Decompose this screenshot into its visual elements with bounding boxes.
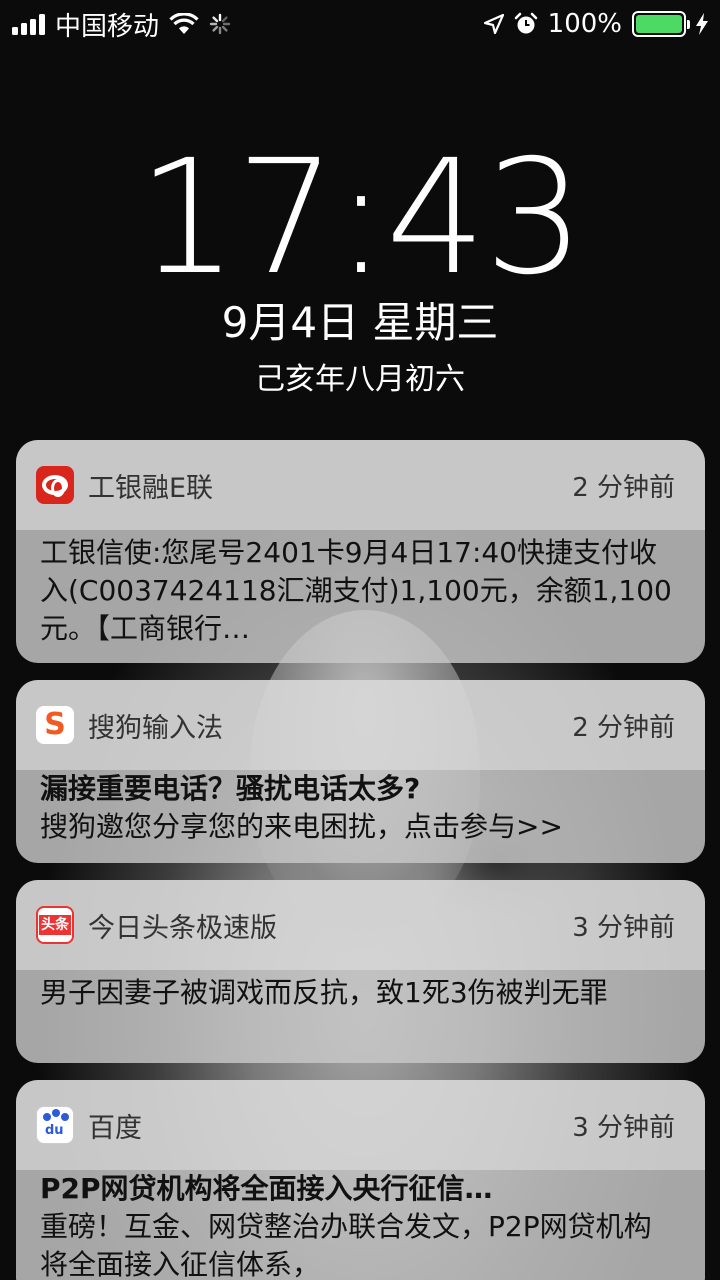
notification-header: 工银融E联 2 分钟前 (16, 440, 705, 530)
notification-body: 男子因妻子被调戏而反抗，致1死3伤被判无罪 (40, 976, 608, 1009)
notification-app-name: 百度 (88, 1112, 142, 1144)
toutiao-icon-text: 头条 (39, 915, 71, 935)
location-arrow-icon (483, 14, 504, 34)
notification-app-name: 工银融E联 (88, 472, 214, 504)
notification-app-name: 搜狗输入法 (88, 712, 223, 744)
carrier-name: 中国移动 (55, 11, 160, 42)
lunar-date: 己亥年八月初六 (255, 362, 465, 397)
icbc-app-icon (36, 466, 74, 504)
baidu-app-icon: du (36, 1106, 74, 1144)
baidu-icon-text: du (45, 1123, 64, 1138)
activity-spinner-icon (209, 13, 231, 35)
status-bar: 中国移动 100% (0, 0, 720, 48)
notification-time: 2 分钟前 (572, 712, 675, 743)
wifi-icon (169, 13, 199, 34)
notification-header: S 搜狗输入法 2 分钟前 (16, 680, 705, 770)
notification-title: P2P网贷机构将全面接入央行征信… (40, 1172, 493, 1205)
notification-time: 3 分钟前 (572, 1112, 675, 1143)
notification-app-name: 今日头条极速版 (88, 912, 277, 944)
charging-bolt-icon (696, 13, 708, 35)
lockscreen-date: 9月4日 星期三 (221, 298, 499, 347)
notification-time: 3 分钟前 (572, 912, 675, 943)
alarm-icon (514, 12, 537, 34)
sogou-app-icon: S (36, 706, 74, 744)
toutiao-app-icon: 头条 (36, 906, 74, 944)
battery-fill (636, 15, 682, 33)
lockscreen-time: 17:43 (137, 126, 584, 310)
notification-header: 头条 今日头条极速版 3 分钟前 (16, 880, 705, 970)
notification-toutiao[interactable]: 头条 今日头条极速版 3 分钟前 男子因妻子被调戏而反抗，致1死3伤被判无罪 (16, 880, 705, 1063)
notification-body: 重磅！互金、网贷整治办联合发文，P2P网贷机构将全面接入征信体系， (40, 1210, 652, 1280)
notification-body: 搜狗邀您分享您的来电困扰，点击参与>> (40, 810, 563, 843)
notification-header: du 百度 3 分钟前 (16, 1080, 705, 1170)
notification-baidu[interactable]: du 百度 3 分钟前 P2P网贷机构将全面接入央行征信… 重磅！互金、网贷整治… (16, 1080, 705, 1280)
notification-time: 2 分钟前 (572, 472, 675, 503)
signal-icon (12, 13, 45, 35)
notification-sogou[interactable]: S 搜狗输入法 2 分钟前 漏接重要电话？骚扰电话太多? 搜狗邀您分享您的来电困… (16, 680, 705, 863)
notification-icbc[interactable]: 工银融E联 2 分钟前 工银信使:您尾号2401卡9月4日17:40快捷支付收入… (16, 440, 705, 663)
battery-percent: 100% (547, 9, 622, 39)
notification-body: 工银信使:您尾号2401卡9月4日17:40快捷支付收入(C0037424118… (40, 536, 672, 645)
notification-title: 漏接重要电话？骚扰电话太多? (40, 772, 421, 805)
battery-icon (632, 11, 690, 37)
